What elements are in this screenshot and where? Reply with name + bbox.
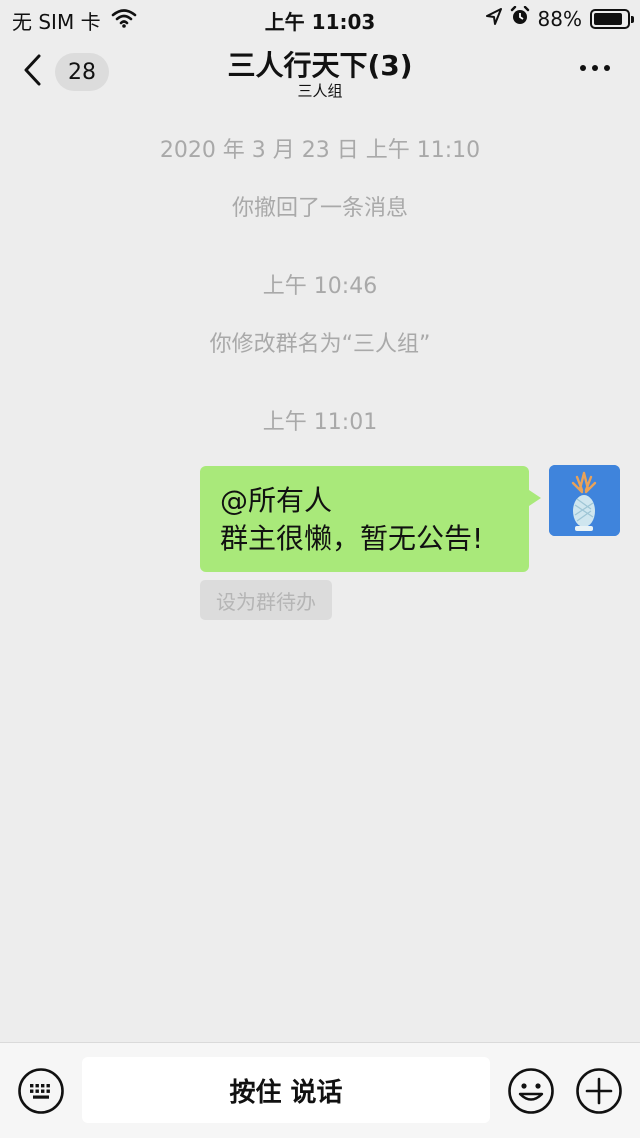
chat-screen: 无 SIM 卡 上午 11:03 88% 28 三人行天下(3) 三人组 202… xyxy=(0,0,640,1138)
more-dots-icon xyxy=(604,65,610,71)
battery-percent: 88% xyxy=(537,6,582,31)
plus-icon[interactable] xyxy=(575,1067,623,1115)
bubble-mention: @所有人 xyxy=(220,484,333,517)
message-bubble[interactable]: @所有人 群主很懒，暂无公告! xyxy=(200,466,541,572)
timestamp: 上午 11:01 xyxy=(262,410,378,435)
input-bar: 按住 说话 xyxy=(0,1042,640,1138)
alarm-icon xyxy=(510,5,530,31)
status-bar: 无 SIM 卡 上午 11:03 88% xyxy=(0,0,640,36)
hold-to-talk-button[interactable]: 按住 说话 xyxy=(82,1057,490,1123)
chat-title: 三人行天下(3) xyxy=(227,49,413,82)
location-icon xyxy=(485,7,502,31)
more-button[interactable] xyxy=(580,58,610,78)
battery-icon xyxy=(590,8,634,29)
nav-bar: 28 三人行天下(3) 三人组 xyxy=(0,36,640,106)
pineapple-icon xyxy=(549,465,620,536)
chat-subtitle: 三人组 xyxy=(297,82,343,100)
more-dots-icon xyxy=(592,65,598,71)
timestamp: 上午 10:46 xyxy=(262,274,378,299)
status-right: 88% xyxy=(485,5,634,31)
set-group-todo-button[interactable]: 设为群待办 xyxy=(200,580,332,620)
avatar[interactable] xyxy=(549,465,620,536)
system-message: 你修改群名为“三人组” xyxy=(209,332,431,357)
timestamp: 2020 年 3 月 23 日 上午 11:10 xyxy=(159,138,481,163)
system-message: 你撤回了一条消息 xyxy=(231,196,408,221)
bubble-text: 群主很懒，暂无公告! xyxy=(220,522,484,555)
emoji-icon[interactable] xyxy=(507,1067,555,1115)
battery-level xyxy=(594,12,623,25)
keyboard-icon[interactable] xyxy=(17,1067,65,1115)
more-dots-icon xyxy=(580,65,586,71)
